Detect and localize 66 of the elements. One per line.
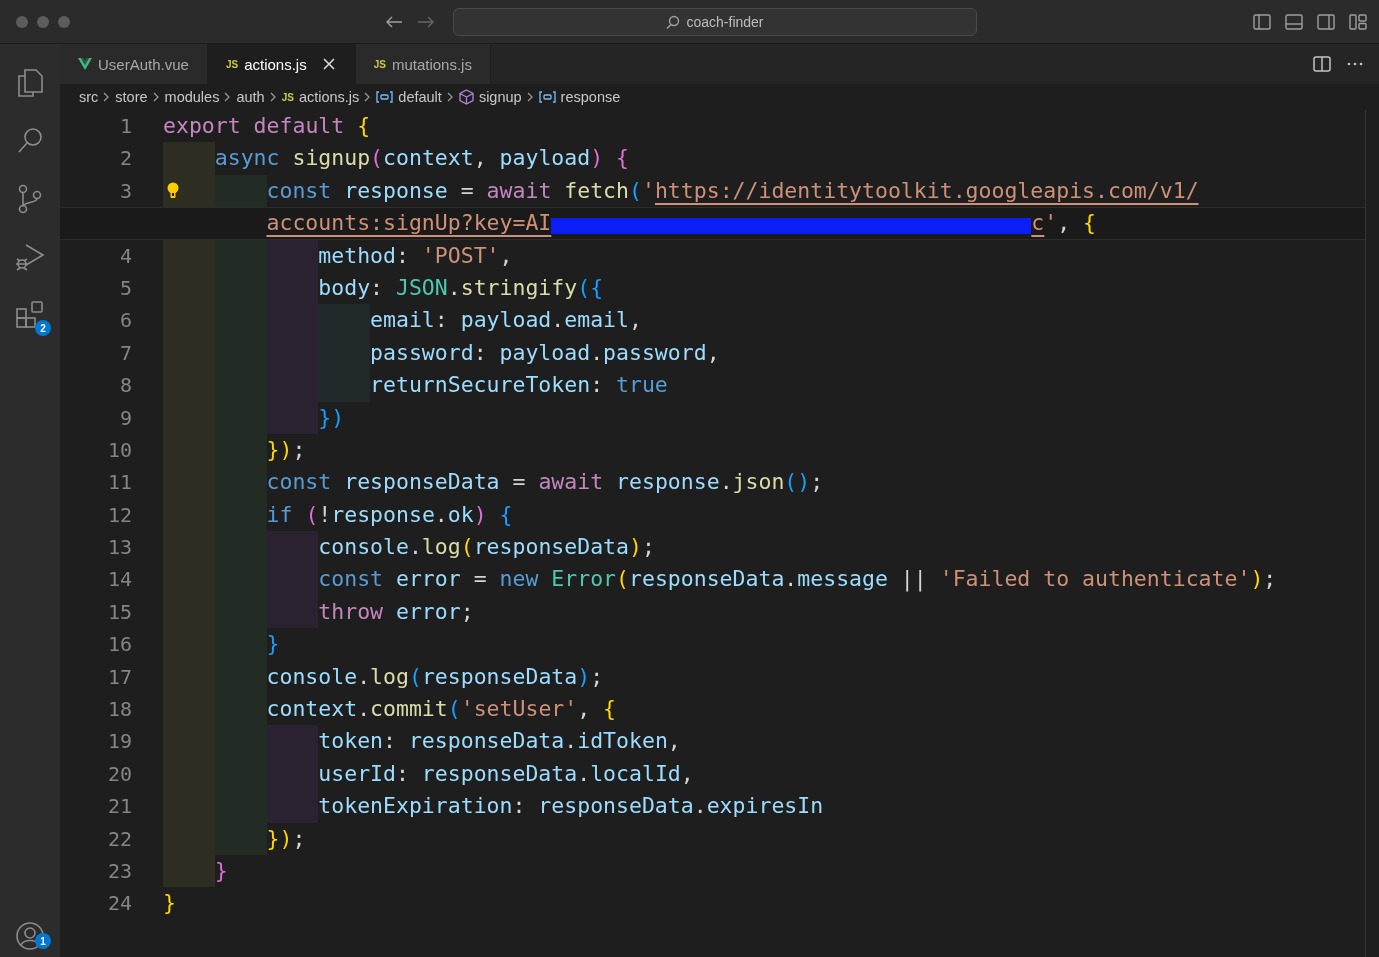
line-number: 15 xyxy=(106,598,132,626)
editor-tab[interactable]: JS actions.js xyxy=(207,44,356,84)
line-number: 14 xyxy=(106,566,132,594)
line-number: 19 xyxy=(106,728,132,756)
line-number: 17 xyxy=(106,663,132,691)
code-line: accounts:signUp?key=AI c', { xyxy=(266,209,1097,238)
code-line: } xyxy=(266,630,280,659)
line-number: 12 xyxy=(106,501,132,529)
breadcrumb-item[interactable]: signup xyxy=(458,89,522,105)
line-number: 1 xyxy=(118,113,132,140)
javascript-file-icon: JS xyxy=(373,58,386,70)
notification-badge: 1 xyxy=(35,933,51,949)
code-line: async signup(context, payload) { xyxy=(214,144,630,173)
line-number: 3 xyxy=(118,177,132,205)
breadcrumb-item[interactable]: JS actions.js xyxy=(281,89,360,105)
line-number: 13 xyxy=(106,534,132,562)
code-line: token: responseData.idToken, xyxy=(318,727,681,756)
breadcrumb-item[interactable]: src xyxy=(79,89,99,105)
code-line: }); xyxy=(266,824,306,853)
code-line: console.log(responseData); xyxy=(318,533,655,562)
breadcrumb-item[interactable]: modules xyxy=(164,89,220,105)
javascript-file-icon: JS xyxy=(225,58,239,70)
code-line: tokenExpiration: responseData.expiresIn xyxy=(318,792,824,821)
code-line: } xyxy=(214,857,228,885)
line-number: 16 xyxy=(106,631,132,659)
breadcrumb-item[interactable]: store xyxy=(115,89,148,105)
code-line: method: 'POST', xyxy=(318,241,513,270)
editor-tab[interactable]: JS mutations.js xyxy=(355,44,491,84)
line-number: 20 xyxy=(106,760,132,788)
breadcrumb-item[interactable]: response xyxy=(538,89,621,105)
line-number: 24 xyxy=(106,890,132,918)
line-number: 7 xyxy=(118,339,132,367)
line-number: 8 xyxy=(118,372,132,400)
code-line: } xyxy=(163,889,176,918)
javascript-file-icon: JS xyxy=(281,91,294,103)
code-line: userId: responseData.localId, xyxy=(318,759,694,788)
line-number: 22 xyxy=(106,825,132,853)
code-line: export default { xyxy=(163,112,371,140)
notification-badge: 2 xyxy=(35,320,51,336)
code-line: password: payload.password, xyxy=(370,338,720,367)
line-number: 11 xyxy=(106,469,132,497)
line-number: 2 xyxy=(118,145,132,173)
line-number: 9 xyxy=(118,404,132,432)
line-number: 6 xyxy=(118,307,132,335)
code-line: body: JSON.stringify({ xyxy=(318,273,604,302)
line-number: 21 xyxy=(106,793,132,821)
code-line: }) xyxy=(318,403,345,432)
breadcrumb-item[interactable]: auth xyxy=(236,89,265,105)
breadcrumb-item[interactable]: default xyxy=(376,89,442,105)
code-line: if (!response.ok) { xyxy=(266,500,513,529)
code-line: throw error; xyxy=(318,597,474,626)
code-line: }); xyxy=(266,435,306,464)
line-number: 23 xyxy=(106,858,132,885)
code-line: const error = new Error(responseData.message || 'Failed to authenticate'); xyxy=(318,565,1277,594)
command-search-field[interactable]: coach-finder xyxy=(453,8,977,36)
code-line: returnSecureToken: true xyxy=(370,371,668,400)
line-number: 18 xyxy=(106,696,132,724)
line-number: 10 xyxy=(106,436,132,464)
editor-tab[interactable]: UserAuth.vue xyxy=(60,44,208,84)
code-line: const responseData = await response.json(); xyxy=(266,468,824,497)
code-line: const response = await fetch('https://identitytoolkit.googleapis.com/v1/ xyxy=(266,176,1199,205)
code-line: console.log(responseData); xyxy=(266,662,604,691)
line-number: 5 xyxy=(118,274,132,302)
code-line: context.commit('setUser', { xyxy=(266,695,617,724)
code-line: email: payload.email, xyxy=(370,306,642,335)
line-number: 4 xyxy=(118,242,132,270)
